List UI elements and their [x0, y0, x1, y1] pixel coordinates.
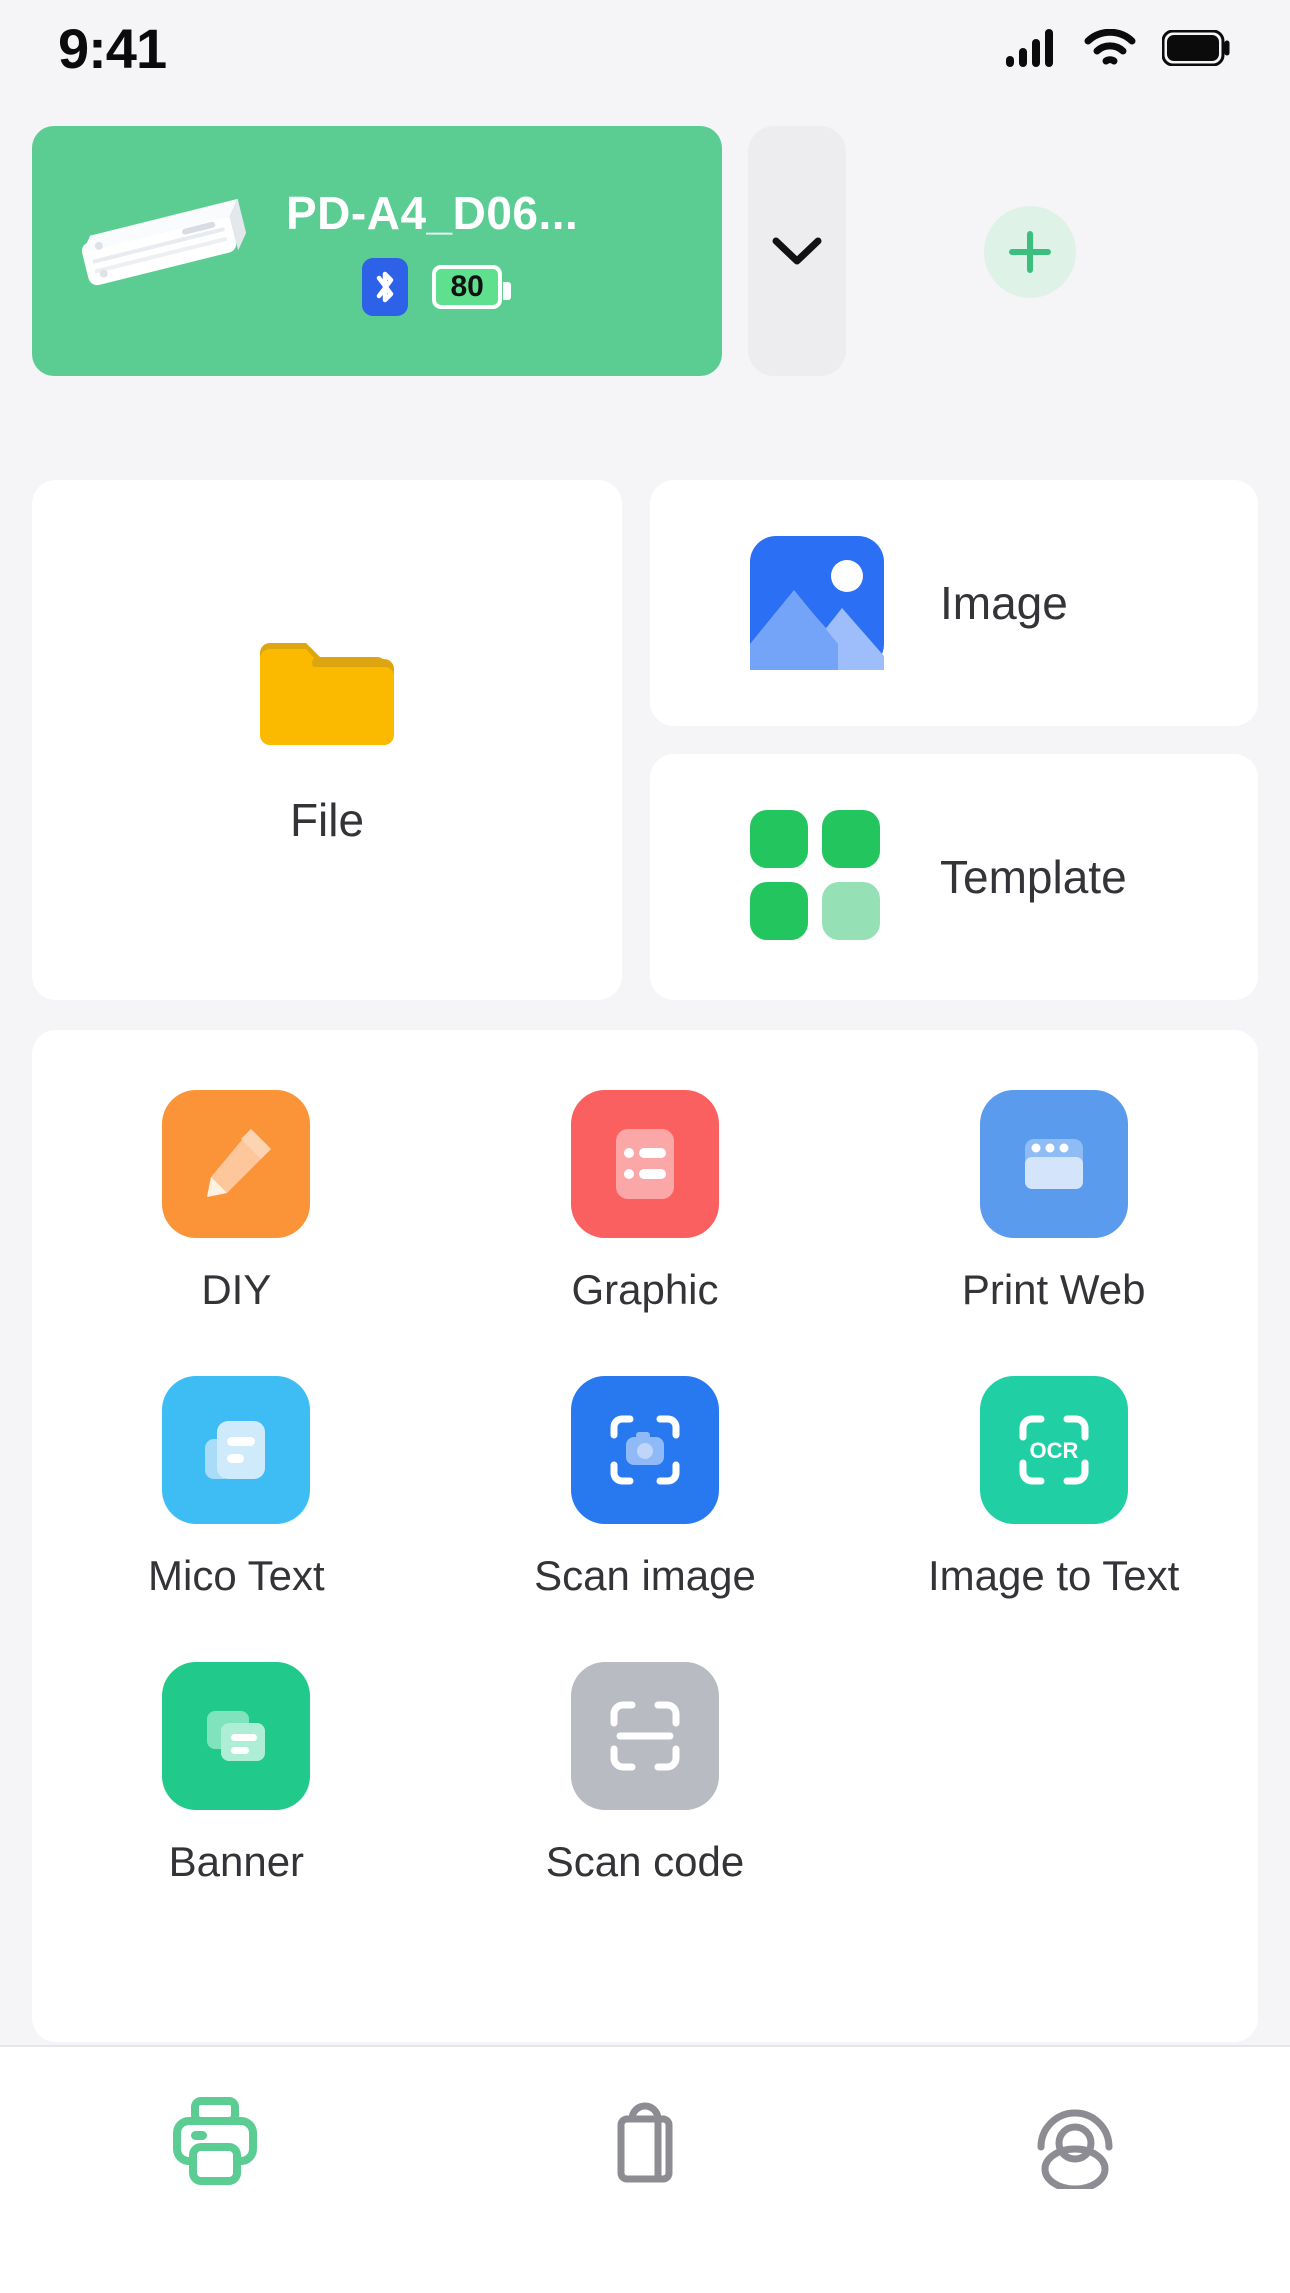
tools-row-1: DIY Graphic Print Web [32, 1090, 1258, 1376]
tool-image-to-text-label: Image to Text [927, 1552, 1180, 1599]
wifi-icon [1084, 29, 1136, 65]
device-status-row: 80 [362, 258, 512, 316]
tool-image-to-text[interactable]: OCR Image to Text [849, 1376, 1258, 1600]
folder-icon [260, 643, 394, 745]
quick-action-file[interactable]: File [32, 480, 622, 1000]
chevron-down-icon [772, 237, 822, 265]
add-device-button[interactable] [984, 206, 1076, 298]
list-document-icon [570, 1090, 719, 1238]
tool-diy-label: DIY [201, 1266, 272, 1313]
quick-action-template-label: Template [940, 851, 1127, 903]
tool-scan-image-label: Scan image [534, 1552, 756, 1599]
tools-row-2: Mico Text Scan image OCR Image to Text [32, 1376, 1258, 1662]
tool-banner-label: Banner [168, 1838, 305, 1885]
battery-icon [1162, 30, 1230, 66]
printer-illustration [66, 191, 256, 311]
device-header-row: PD-A4_D06... 80 [32, 126, 1258, 376]
pencil-icon [162, 1090, 311, 1238]
quick-action-image[interactable]: Image [650, 480, 1258, 726]
quick-action-template[interactable]: Template [650, 754, 1258, 1000]
device-name: PD-A4_D06... [286, 187, 579, 239]
photo-icon [750, 536, 884, 670]
tool-scan-image[interactable]: Scan image [441, 1376, 850, 1600]
scan-barcode-icon [570, 1662, 719, 1810]
plus-icon [1009, 231, 1051, 273]
tab-store[interactable] [430, 2093, 860, 2189]
bluetooth-icon [362, 258, 409, 316]
status-bar: 9:41 [0, 0, 1290, 96]
quick-action-file-label: File [289, 794, 365, 846]
device-battery-badge: 80 [432, 265, 512, 309]
banner-cards-icon [162, 1662, 311, 1810]
tool-print-web[interactable]: Print Web [849, 1090, 1258, 1314]
ocr-icon: OCR [979, 1376, 1128, 1524]
tools-grid: DIY Graphic Print Web Mico Text Scan ima… [32, 1030, 1258, 2042]
device-meta: PD-A4_D06... 80 [286, 186, 578, 316]
grid-squares-icon [750, 810, 880, 940]
tool-graphic[interactable]: Graphic [441, 1090, 850, 1314]
user-icon [1037, 2109, 1113, 2189]
tool-scan-code-label: Scan code [545, 1838, 745, 1885]
tool-diy[interactable]: DIY [32, 1090, 441, 1314]
status-time: 9:41 [58, 16, 167, 80]
scan-camera-icon [570, 1376, 719, 1524]
text-document-icon [162, 1376, 311, 1524]
tool-placeholder [849, 1662, 1258, 1886]
tab-account[interactable] [860, 2093, 1290, 2189]
tab-print[interactable] [0, 2093, 430, 2189]
quick-actions: File Image Template [32, 480, 1258, 1000]
app-screen: 9:41 PD-A4_D06... 80 File Image Template… [0, 0, 1290, 2293]
quick-action-image-label: Image [940, 577, 1068, 629]
tool-scan-code[interactable]: Scan code [441, 1662, 850, 1886]
printer-icon [172, 2097, 257, 2185]
tool-print-web-label: Print Web [961, 1266, 1146, 1313]
bottom-tab-bar [0, 2045, 1290, 2293]
browser-window-icon [979, 1090, 1128, 1238]
tool-mico-text[interactable]: Mico Text [32, 1376, 441, 1600]
status-icon-group [1006, 29, 1232, 67]
connected-device-card[interactable]: PD-A4_D06... 80 [32, 126, 722, 376]
tool-mico-text-label: Mico Text [148, 1552, 325, 1599]
tools-row-3: Banner Scan code [32, 1662, 1258, 1948]
signal-icon [1006, 29, 1053, 67]
device-battery-level: 80 [450, 270, 484, 303]
quick-actions-right-column: Image Template [650, 480, 1258, 1000]
device-expand-button[interactable] [748, 126, 846, 376]
svg-text:OCR: OCR [1029, 1438, 1078, 1463]
shopping-bag-icon [617, 2102, 673, 2183]
tool-graphic-label: Graphic [571, 1266, 719, 1313]
tool-banner[interactable]: Banner [32, 1662, 441, 1886]
